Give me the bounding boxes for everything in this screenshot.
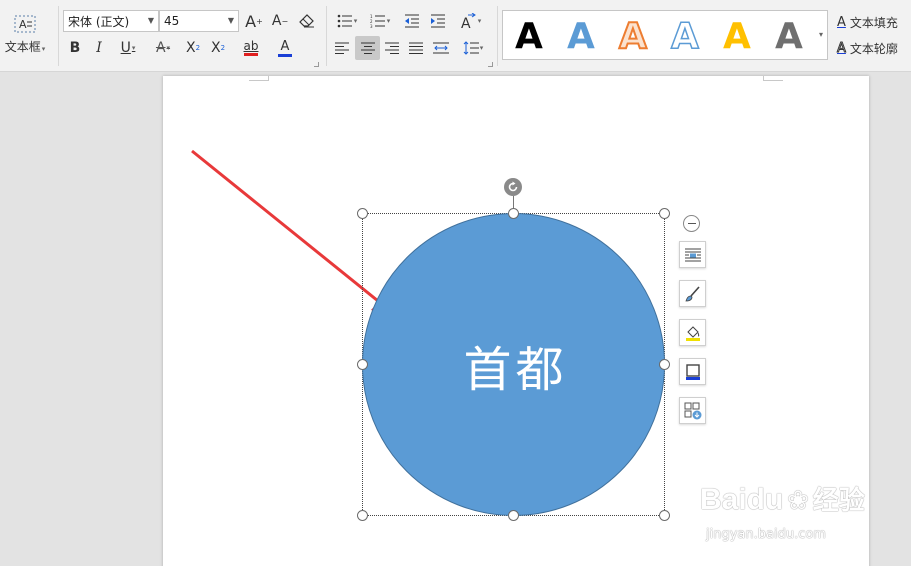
resize-handle-top-right[interactable] — [659, 208, 670, 219]
watermark-brand-cn: 经验 — [812, 486, 865, 516]
shape-style-button[interactable] — [679, 280, 706, 307]
layout-options-icon — [684, 402, 701, 419]
resize-handle-top-left[interactable] — [357, 208, 368, 219]
circle-shape[interactable]: 首都 — [362, 213, 665, 516]
resize-handle-top[interactable] — [508, 208, 519, 219]
text-wrap-button[interactable] — [679, 241, 706, 268]
text-wrap-icon — [684, 248, 701, 261]
rotate-handle-icon[interactable] — [504, 178, 522, 196]
shape-outline-button[interactable] — [679, 358, 706, 385]
watermark-url: jingyan.baidu.com — [706, 527, 826, 542]
watermark: Baidu ❀ 经验 — [700, 480, 865, 517]
resize-handle-right[interactable] — [659, 359, 670, 370]
resize-handle-bottom-right[interactable] — [659, 510, 670, 521]
resize-handle-left[interactable] — [357, 359, 368, 370]
fill-icon — [685, 325, 700, 341]
resize-handle-bottom-left[interactable] — [357, 510, 368, 521]
collapse-icon[interactable] — [683, 215, 700, 232]
layout-options-button[interactable] — [679, 397, 706, 424]
shape-text[interactable]: 首都 — [463, 330, 567, 400]
resize-handle-bottom[interactable] — [508, 510, 519, 521]
paw-icon: ❀ — [787, 486, 809, 516]
shape-fill-button[interactable] — [679, 319, 706, 346]
outline-icon — [685, 363, 700, 380]
brush-icon — [684, 285, 700, 301]
watermark-brand: Baidu — [700, 483, 784, 516]
